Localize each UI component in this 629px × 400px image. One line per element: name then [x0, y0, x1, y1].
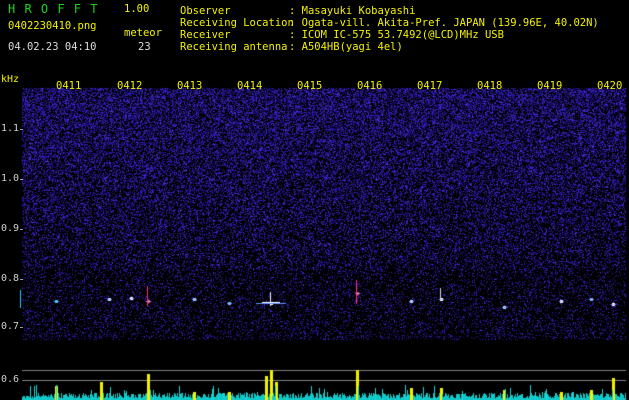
- date-time: 04.02.23 04:10: [8, 41, 97, 53]
- freq-tick-mark: [20, 229, 23, 230]
- meteor-label: meteor: [124, 27, 162, 39]
- observer-label: Observer: [180, 5, 231, 17]
- time-tick: 0417: [417, 80, 443, 92]
- observer-value: : Masayuki Kobayashi: [289, 5, 416, 17]
- freq-tick: 0.8: [1, 273, 20, 284]
- file-name: 0402230410.png: [8, 20, 97, 32]
- time-tick: 0416: [357, 80, 383, 92]
- meteor-count: 23: [138, 41, 151, 53]
- freq-tick-mark: [20, 179, 23, 180]
- time-tick: 0414: [237, 80, 263, 92]
- time-tick: 0411: [56, 80, 82, 92]
- freq-tick: 1.1: [1, 123, 20, 134]
- time-tick: 0419: [537, 80, 563, 92]
- time-tick: 0418: [477, 80, 503, 92]
- time-tick: 0412: [117, 80, 143, 92]
- app-name: H R O F F T: [8, 2, 99, 16]
- freq-tick-mark: [20, 129, 23, 130]
- location-label: Receiving Location: [180, 17, 294, 29]
- freq-tick: 1.0: [1, 173, 20, 184]
- freq-tick-mark: [20, 327, 23, 328]
- freq-tick: 0.6: [1, 374, 20, 385]
- freq-tick-mark: [20, 279, 23, 280]
- antenna-value: : A504HB(yagi 4el): [289, 41, 403, 53]
- freq-unit-label: kHz: [1, 74, 20, 85]
- time-tick: 0413: [177, 80, 203, 92]
- freq-tick: 0.7: [1, 321, 20, 332]
- antenna-label: Receiving antenna: [180, 41, 288, 53]
- time-tick: 0415: [297, 80, 323, 92]
- time-tick: 0420: [597, 80, 623, 92]
- freq-tick: 0.9: [1, 223, 20, 234]
- spectrogram-canvas: [0, 0, 629, 400]
- receiver-value: : ICOM IC-575 53.7492(@LCD)MHz USB: [289, 29, 504, 41]
- app-version: 1.00: [124, 3, 150, 15]
- receiver-label: Receiver: [180, 29, 231, 41]
- location-value: : Ogata-vill. Akita-Pref. JAPAN (139.96E…: [289, 17, 599, 29]
